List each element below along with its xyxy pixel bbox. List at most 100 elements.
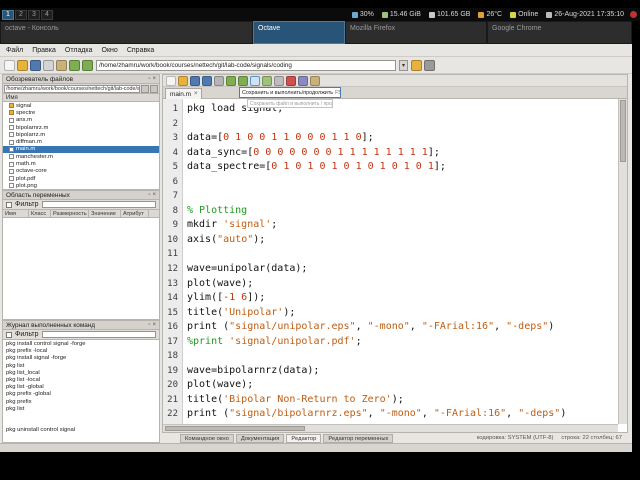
dock-tab-variable-editor[interactable]: Редактор переменных [323,433,394,443]
filter-combobox[interactable] [41,201,156,208]
power-icon[interactable] [630,11,637,18]
vertical-scrollbar[interactable] [618,99,627,424]
print-icon[interactable] [214,75,224,86]
dock-tab-command-window[interactable]: Командное окно [180,433,234,443]
code-line-21[interactable]: 21 title('Bipolar Non-Return to Zero'); [163,393,618,408]
file-browser-path-field[interactable]: /home/zhamru/work/book/courses/nettech/g… [4,84,140,93]
filter-checkbox[interactable] [6,331,12,338]
horizontal-scrollbar-thumb[interactable] [165,426,305,431]
code-line-2[interactable]: 2 [163,117,618,132]
close-tab-icon[interactable]: × [194,91,198,97]
dock-tab-editor[interactable]: Редактор [286,433,322,443]
menu-window[interactable]: Окно [102,47,118,54]
history-item-3[interactable]: pkg install signal -forge [3,355,159,362]
step-icon[interactable] [298,75,308,86]
redo-icon[interactable] [82,59,93,71]
code-line-7[interactable]: 7 [163,189,618,204]
file-item-math.m[interactable]: math.m [3,160,159,167]
undo-icon[interactable] [69,59,80,71]
code-line-16[interactable]: 16 print ("signal/unipolar.eps", "-mono",… [163,320,618,335]
code-line-14[interactable]: 14 ylim([-1 6]); [163,291,618,306]
file-item-signal[interactable]: signal [3,102,159,109]
column-attribute[interactable]: Атрибут [121,210,149,217]
horizontal-scrollbar[interactable] [163,424,618,432]
code-line-13[interactable]: 13 plot(wave); [163,277,618,292]
filter-checkbox[interactable] [6,201,12,208]
history-item-13[interactable]: pkg uninstall control signal [3,427,159,434]
file-item-octave-core[interactable]: octave-core [3,168,159,175]
title-tab-chrome[interactable]: Google Chrome [487,21,632,44]
code-line-9[interactable]: 9 mkdir 'signal'; [163,218,618,233]
title-tab-firefox[interactable]: Mozilla Firefox [345,21,487,44]
file-item-plot.pdf[interactable]: plot.pdf [3,175,159,182]
paste-icon[interactable] [56,59,67,71]
copy-icon[interactable] [43,59,54,71]
code-line-5[interactable]: 5 data_spectre=[0 1 0 1 0 1 0 1 0 1 0 1 0… [163,160,618,175]
code-line-18[interactable]: 18 [163,349,618,364]
code-line-11[interactable]: 11 [163,247,618,262]
history-item-1[interactable]: pkg install control signal -forge [3,341,159,348]
history-item-6[interactable]: pkg list -local [3,377,159,384]
workspace-button-1[interactable]: 1 [2,9,14,20]
file-item-bipolarnrz.m[interactable]: bipolarnrz.m [3,124,159,131]
save-icon[interactable] [30,59,41,71]
find-icon[interactable] [274,75,284,86]
save-file-icon[interactable] [190,75,200,86]
code-line-1[interactable]: 1 pkg load signal; [163,102,618,117]
browse-directory-icon[interactable] [411,59,422,71]
run-selection-icon[interactable] [262,75,272,86]
title-tab-octave-console[interactable]: octave - Консоль [0,21,253,44]
history-item-12[interactable] [3,420,159,427]
workspace-variable-list[interactable] [2,218,160,320]
undock-icon[interactable]: ▫ [148,322,150,328]
workspace-button-4[interactable]: 4 [41,9,53,20]
history-item-9[interactable]: pkg prefix [3,399,159,406]
file-item-diffman.m[interactable]: diffman.m [3,138,159,145]
filter-combobox[interactable] [41,331,156,338]
combo-dropdown-icon[interactable]: ▾ [399,59,408,71]
save-all-icon[interactable] [202,75,212,86]
up-directory-icon[interactable] [141,84,149,93]
current-directory-combobox[interactable]: /home/zhamru/work/book/courses/nettech/g… [96,59,396,71]
up-directory-icon[interactable] [424,59,435,71]
new-script-icon[interactable] [4,59,15,71]
code-line-20[interactable]: 20 plot(wave); [163,378,618,393]
menu-help[interactable]: Справка [127,47,154,54]
new-document-icon[interactable] [166,75,176,86]
undo-edit-icon[interactable] [226,75,236,86]
column-dimension[interactable]: Размерность [51,210,89,217]
file-item-manchester.m[interactable]: manchester.m [3,153,159,160]
close-icon[interactable]: × [152,76,156,82]
code-line-3[interactable]: 3 data=[0 1 0 0 1 1 0 0 0 1 1 0]; [163,131,618,146]
history-item-7[interactable]: pkg list -global [3,384,159,391]
code-line-17[interactable]: 17 %print 'signal/unipolar.pdf'; [163,335,618,350]
close-icon[interactable]: × [152,322,156,328]
folder-actions-icon[interactable] [150,84,158,93]
workspace-button-3[interactable]: 3 [28,9,40,20]
toggle-breakpoint-icon[interactable] [286,75,296,86]
file-item-main.m[interactable]: main.m [3,145,159,154]
undock-icon[interactable]: ▫ [148,192,150,198]
file-item-spectre[interactable]: spectre [3,109,159,116]
column-value[interactable]: Значение [89,210,121,217]
redo-edit-icon[interactable] [238,75,248,86]
code-editor[interactable]: 1 pkg load signal; 2 3 data=[0 1 0 0 1 1 0 0… [163,99,618,424]
help-icon[interactable] [310,75,320,86]
workspace-button-2[interactable]: 2 [15,9,27,20]
code-line-8[interactable]: 8 % Plotting [163,204,618,219]
open-file-icon[interactable] [17,59,28,71]
history-item-8[interactable]: pkg prefix -global [3,391,159,398]
undock-icon[interactable]: ▫ [148,76,150,82]
column-class[interactable]: Класс [29,210,51,217]
column-name[interactable]: Имя [3,210,29,217]
file-item-plot.png[interactable]: plot.png [3,182,159,189]
file-name-column-header[interactable]: Имя [2,94,160,102]
code-line-19[interactable]: 19 wave=bipolarnrz(data); [163,364,618,379]
menu-file[interactable]: Файл [6,47,23,54]
history-item-5[interactable]: pkg list_local [3,370,159,377]
code-line-12[interactable]: 12 wave=unipolar(data); [163,262,618,277]
editor-tab-main-m[interactable]: main.m × [165,88,203,99]
menu-edit[interactable]: Правка [32,47,56,54]
code-line-4[interactable]: 4 data_sync=[0 0 0 0 0 0 0 1 1 1 1 1 1 1 … [163,146,618,161]
open-document-icon[interactable] [178,75,188,86]
